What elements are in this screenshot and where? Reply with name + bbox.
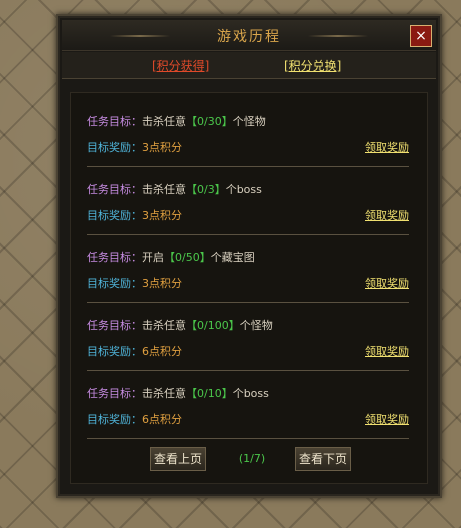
title-ornament-right (308, 35, 368, 37)
bracket-open: 【 (186, 115, 197, 128)
quest-target: 个藏宝图 (210, 251, 255, 264)
tab-bar: [积分获得] [积分兑换] (62, 52, 436, 79)
quest-action: 开启 (142, 251, 164, 264)
task-label: 任务目标： (87, 183, 142, 196)
quest-progress: 0/100 (197, 319, 229, 332)
quest-objective: 任务目标：击杀任意【0/30】个怪物 (87, 113, 266, 129)
tab-points-earn[interactable]: [积分获得] (152, 57, 209, 74)
claim-reward-button[interactable]: 领取奖励 (365, 139, 409, 155)
quest-reward: 6点积分 (142, 413, 182, 426)
quest-list: 任务目标：击杀任意【0/30】个怪物 目标奖励：3点积分 领取奖励 任务目标：击… (70, 92, 428, 484)
task-label: 任务目标： (87, 387, 142, 400)
quest-progress: 0/50 (175, 251, 200, 264)
bracket-close: 】 (199, 251, 211, 264)
claim-reward-button[interactable]: 领取奖励 (365, 411, 409, 427)
quest-target: 个怪物 (239, 319, 273, 332)
tab-points-exchange[interactable]: [积分兑换] (284, 57, 341, 74)
quest-action: 击杀任意 (142, 319, 186, 332)
quest-progress: 0/30 (197, 115, 222, 128)
bracket-close: 】 (214, 183, 226, 196)
quest-reward: 3点积分 (142, 277, 182, 290)
quest-target: 个怪物 (232, 115, 266, 128)
task-label: 任务目标： (87, 319, 142, 332)
quest-reward: 6点积分 (142, 345, 182, 358)
quest-reward-row: 目标奖励：6点积分 (87, 343, 182, 359)
task-label: 任务目标： (87, 251, 142, 264)
quest-action: 击杀任意 (142, 183, 186, 196)
bracket-open: 【 (186, 319, 197, 332)
prev-page-button[interactable]: 查看上页 (150, 447, 206, 471)
bracket-open: 【 (164, 251, 175, 264)
quest-objective: 任务目标：开启【0/50】个藏宝图 (87, 249, 255, 265)
claim-reward-button[interactable]: 领取奖励 (365, 207, 409, 223)
quest-objective: 任务目标：击杀任意【0/3】个boss (87, 181, 262, 197)
quest-objective: 任务目标：击杀任意【0/10】个boss (87, 385, 269, 401)
quest-target: 个boss (232, 387, 269, 400)
title-bar: 游戏历程 × (62, 20, 436, 51)
quest-progress: 0/3 (197, 183, 215, 196)
bracket-close: 】 (221, 387, 233, 400)
claim-reward-button[interactable]: 领取奖励 (365, 275, 409, 291)
quest-progress: 0/10 (197, 387, 222, 400)
quest-action: 击杀任意 (142, 115, 186, 128)
reward-label: 目标奖励： (87, 141, 142, 154)
bracket-open: 【 (186, 183, 197, 196)
reward-label: 目标奖励： (87, 345, 142, 358)
window-title: 游戏历程 (217, 29, 281, 45)
bracket-close: 】 (221, 115, 233, 128)
quest-objective: 任务目标：击杀任意【0/100】个怪物 (87, 317, 273, 333)
task-label: 任务目标： (87, 115, 142, 128)
quest-reward-row: 目标奖励：3点积分 (87, 207, 182, 223)
game-history-window: 游戏历程 × [积分获得] [积分兑换] 任务目标：击杀任意【0/30】个怪物 … (56, 14, 442, 498)
reward-label: 目标奖励： (87, 413, 142, 426)
reward-label: 目标奖励： (87, 277, 142, 290)
quest-item: 任务目标：击杀任意【0/100】个怪物 目标奖励：6点积分 领取奖励 (87, 303, 409, 371)
quest-reward-row: 目标奖励：6点积分 (87, 411, 182, 427)
quest-item: 任务目标：开启【0/50】个藏宝图 目标奖励：3点积分 领取奖励 (87, 235, 409, 303)
quest-reward: 3点积分 (142, 209, 182, 222)
quest-target: 个boss (225, 183, 262, 196)
reward-label: 目标奖励： (87, 209, 142, 222)
claim-reward-button[interactable]: 领取奖励 (365, 343, 409, 359)
quest-item: 任务目标：击杀任意【0/10】个boss 目标奖励：6点积分 领取奖励 (87, 371, 409, 439)
next-page-button[interactable]: 查看下页 (295, 447, 351, 471)
quest-reward: 3点积分 (142, 141, 182, 154)
divider (87, 438, 409, 439)
quest-reward-row: 目标奖励：3点积分 (87, 275, 182, 291)
bracket-close: 】 (228, 319, 240, 332)
quest-reward-row: 目标奖励：3点积分 (87, 139, 182, 155)
quest-item: 任务目标：击杀任意【0/3】个boss 目标奖励：3点积分 领取奖励 (87, 167, 409, 235)
quest-item: 任务目标：击杀任意【0/30】个怪物 目标奖励：3点积分 领取奖励 (87, 99, 409, 167)
close-icon[interactable]: × (410, 25, 432, 47)
page-indicator: (1/7) (238, 452, 266, 465)
bracket-open: 【 (186, 387, 197, 400)
quest-action: 击杀任意 (142, 387, 186, 400)
